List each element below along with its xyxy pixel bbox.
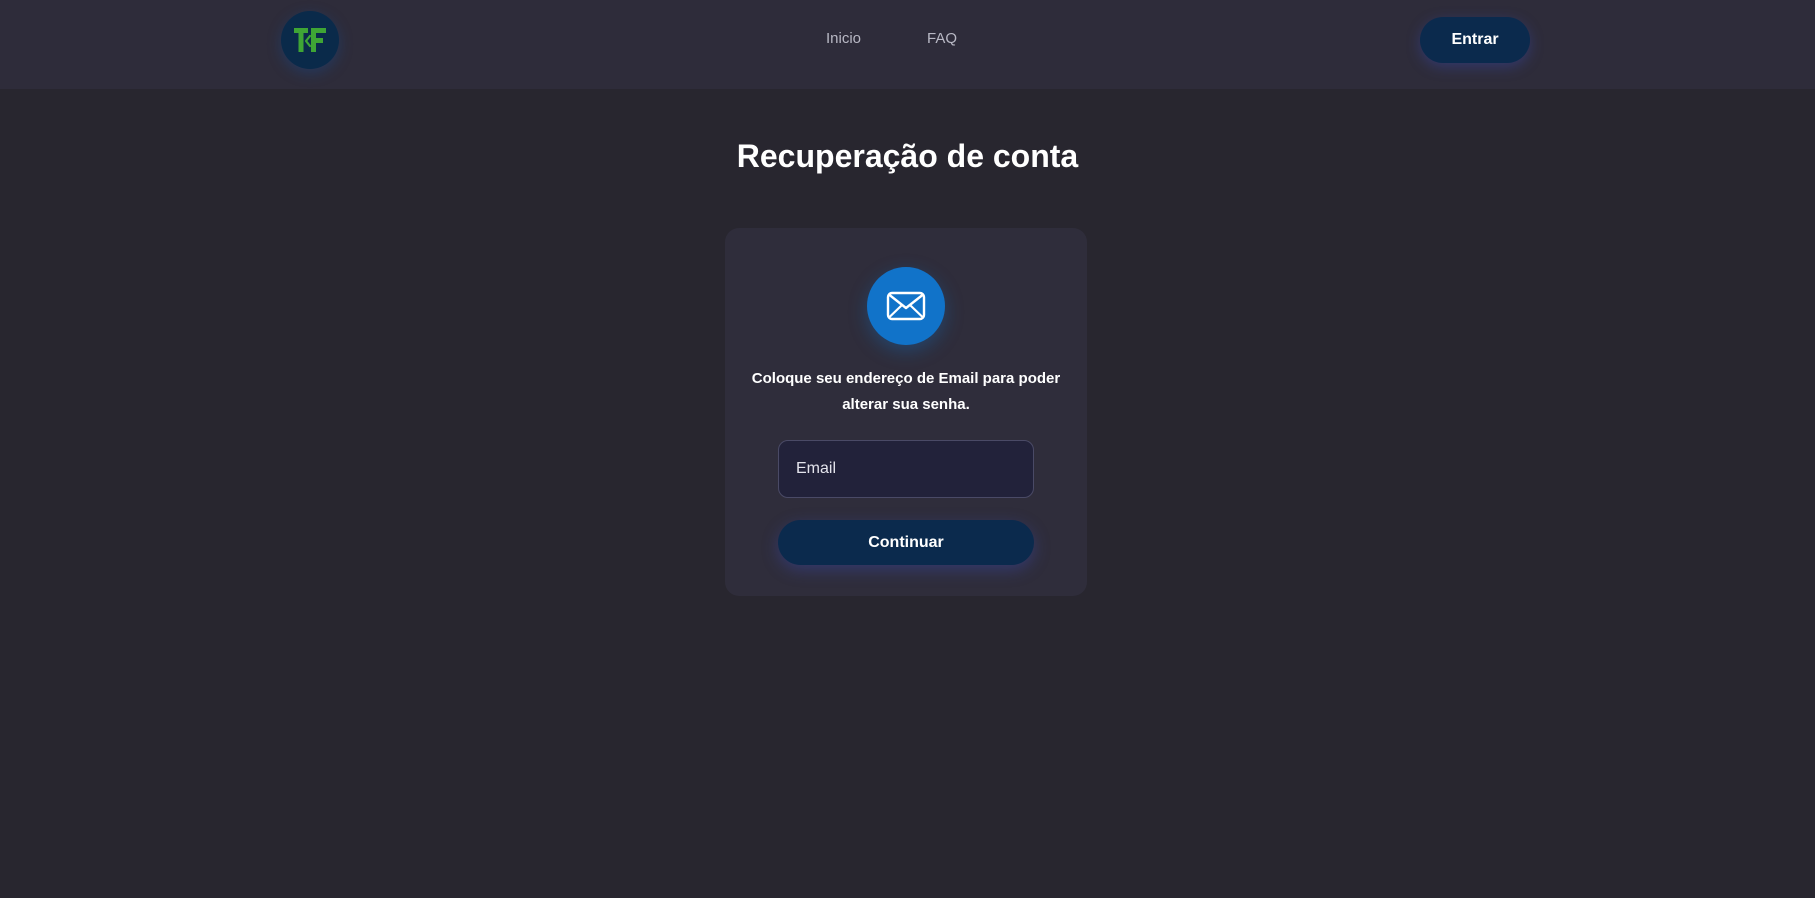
tf-logo-icon[interactable]: [281, 11, 339, 69]
continue-button[interactable]: Continuar: [778, 520, 1034, 565]
email-input[interactable]: [778, 440, 1034, 498]
login-button[interactable]: Entrar: [1420, 17, 1530, 63]
account-recovery-card: Coloque seu endereço de Email para poder…: [725, 228, 1087, 596]
envelope-icon: [867, 267, 945, 345]
nav-link-inicio[interactable]: Inicio: [826, 29, 861, 49]
page-title: Recuperação de conta: [736, 138, 1079, 174]
top-navbar: Inicio FAQ Entrar: [0, 0, 1815, 89]
nav-link-faq[interactable]: FAQ: [927, 29, 957, 49]
recovery-instructions: Coloque seu endereço de Email para poder…: [751, 370, 1061, 413]
